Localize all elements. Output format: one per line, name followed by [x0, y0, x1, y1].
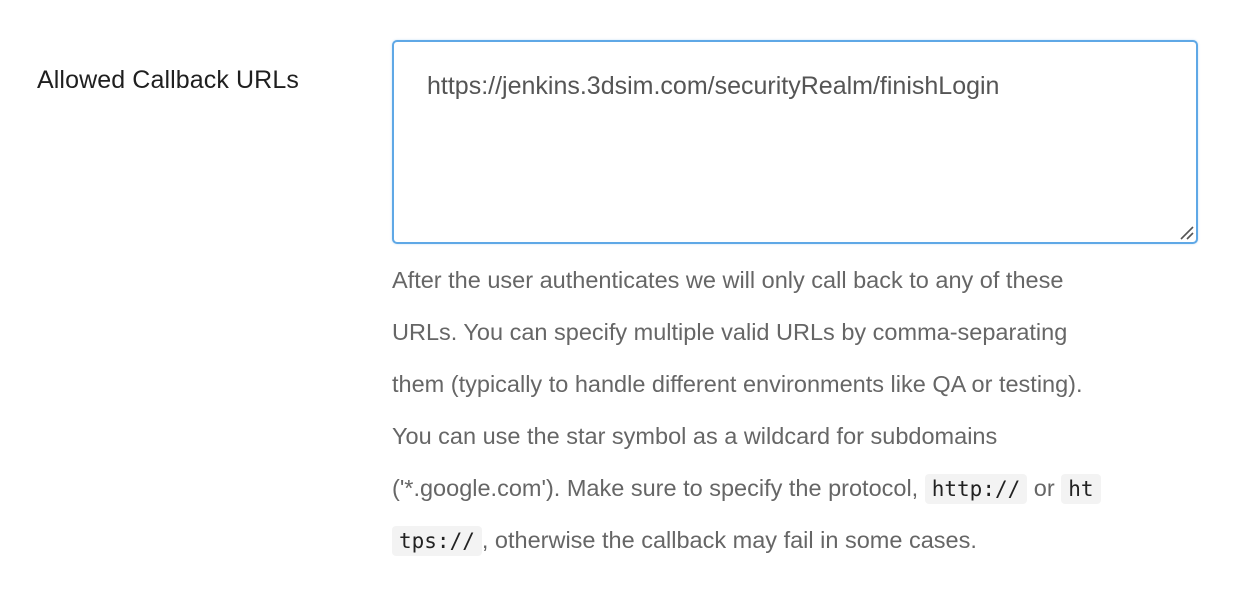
help-line-6-text: , otherwise the callback may fail in som… [481, 527, 977, 553]
help-text: After the user authenticates we will onl… [392, 254, 1222, 566]
resize-handle-icon[interactable] [1178, 224, 1194, 240]
help-line-6: tps://, otherwise the callback may fail … [392, 514, 1222, 566]
code-http: http:// [924, 474, 1028, 504]
help-line-1: After the user authenticates we will onl… [392, 267, 1064, 293]
help-line-4: You can use the star symbol as a wildcar… [392, 423, 998, 449]
help-line-5: ('*.google.com'). Make sure to specify t… [392, 462, 1222, 514]
allowed-callback-urls-field: Allowed Callback URLs https://jenkins.3d… [0, 0, 1244, 590]
callback-urls-textarea[interactable]: https://jenkins.3dsim.com/securityRealm/… [392, 40, 1198, 244]
field-label: Allowed Callback URLs [37, 66, 299, 94]
or-text: or [1033, 475, 1055, 501]
help-line-2: URLs. You can specify multiple valid URL… [392, 319, 1068, 345]
code-https-end: tps:// [392, 526, 482, 556]
code-https-start: ht [1061, 474, 1101, 504]
help-line-3: them (typically to handle different envi… [392, 371, 1083, 397]
help-line-5-text: ('*.google.com'). Make sure to specify t… [392, 475, 919, 501]
